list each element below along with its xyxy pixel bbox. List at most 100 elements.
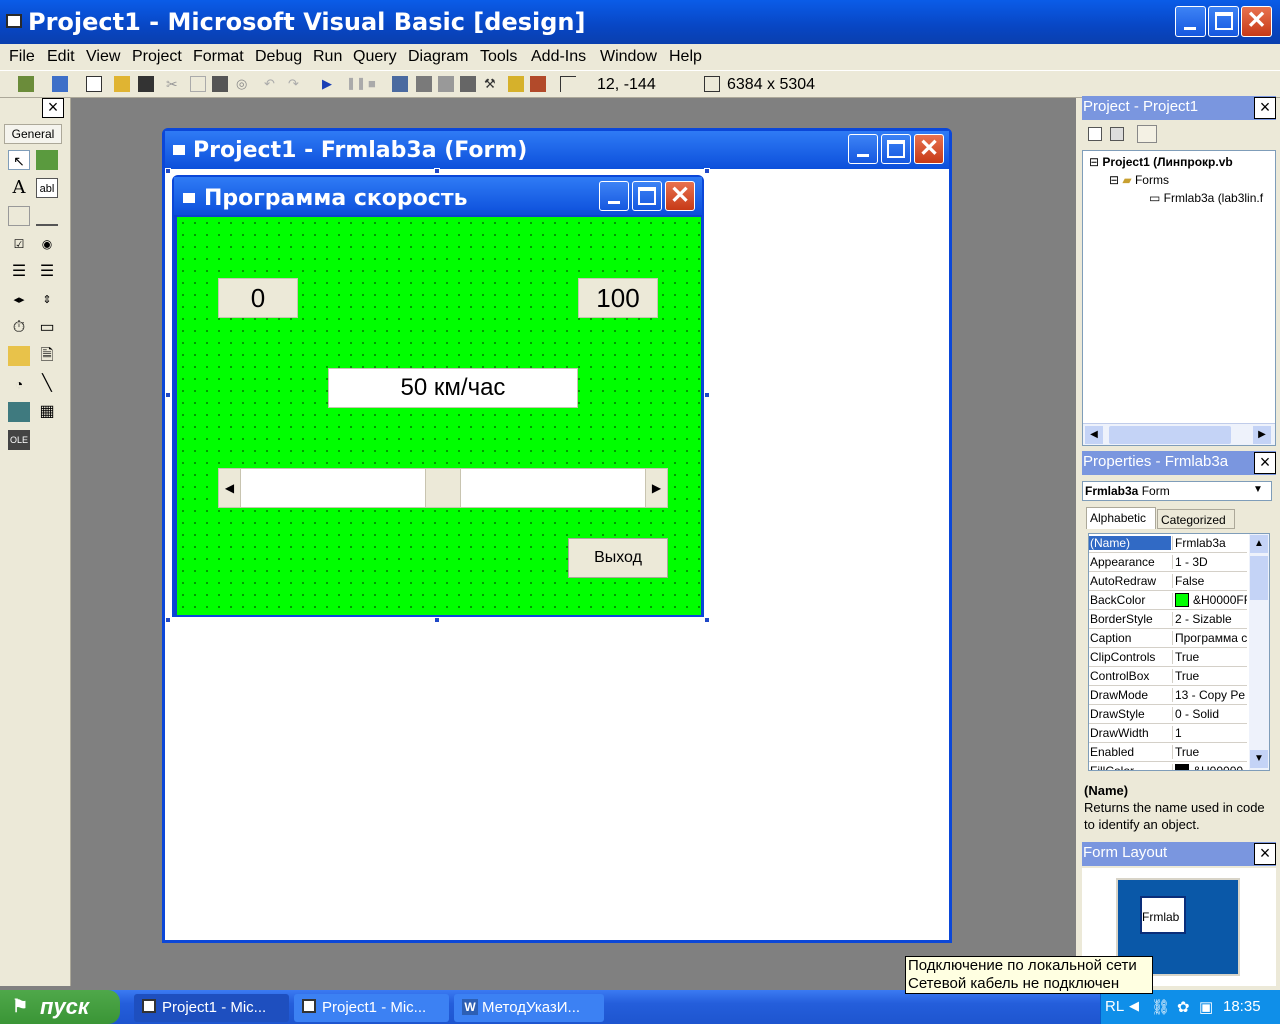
label-speed[interactable]: 50 км/час [328,368,578,408]
property-value[interactable]: &H00000 [1172,764,1247,770]
label-max[interactable]: 100 [578,278,658,318]
start-button[interactable]: ⚑ пуск [0,990,120,1024]
form-designer-title-bar[interactable]: Project1 - Frmlab3a (Form) ✕ [165,131,949,169]
open-icon[interactable] [114,76,130,92]
dirlistbox-tool-icon[interactable] [8,346,30,366]
break-icon[interactable]: ❚❚ [346,76,366,92]
form-minimize-button[interactable] [848,134,878,164]
designed-form[interactable]: Программа скорость ✕ 0 100 50 км/час ◀ ▶… [172,175,704,617]
copy-icon[interactable] [190,76,206,92]
collapse-icon[interactable]: ⊟ [1109,173,1122,187]
designed-minimize-button[interactable] [599,181,629,211]
property-row[interactable]: BackColor &H0000FF [1089,591,1247,610]
property-row[interactable]: (Name) Frmlab3a [1089,534,1247,553]
menu-query[interactable]: Query [353,48,397,66]
textbox-tool-icon[interactable]: abl [36,178,58,198]
form-position-thumb[interactable]: Frmlab [1140,896,1186,934]
ole-tool-icon[interactable]: OLE [8,430,30,450]
menu-run[interactable]: Run [313,48,342,66]
form-close-button[interactable]: ✕ [914,134,944,164]
property-value[interactable]: 13 - Copy Pe [1172,688,1247,702]
menu-edit[interactable]: Edit [47,48,75,66]
data-tool-icon[interactable]: ▦ [36,402,58,422]
tab-categorized[interactable]: Categorized [1157,509,1235,529]
property-value[interactable]: &H0000FF [1172,593,1247,607]
property-row[interactable]: Caption Программа с [1089,629,1247,648]
scroll-right-arrow-icon[interactable]: ▶ [1253,426,1271,444]
menu-view[interactable]: View [86,48,120,66]
scroll-down-arrow-icon[interactable]: ▼ [1250,750,1268,768]
toolbox-close-button[interactable]: × [42,98,64,118]
sizing-handle[interactable] [434,617,440,623]
sizing-handle[interactable] [704,168,710,174]
app-title-bar[interactable]: Project1 - Microsoft Visual Basic [desig… [0,0,1280,44]
menu-debug[interactable]: Debug [255,48,302,66]
view-object-icon[interactable] [1110,127,1124,141]
designed-close-button[interactable]: ✕ [665,181,695,211]
cut-icon[interactable]: ✂ [166,76,182,92]
property-row[interactable]: AutoRedraw False [1089,572,1247,591]
properties-scroll-thumb[interactable] [1250,556,1268,600]
sizing-handle[interactable] [704,617,710,623]
property-value[interactable]: True [1172,669,1247,683]
toggle-folders-icon[interactable] [1137,125,1157,143]
project-explorer-icon[interactable] [392,76,408,92]
shape-tool-icon[interactable]: ◔ [8,374,30,394]
save-icon[interactable] [138,76,154,92]
project-pane-title[interactable]: Project - Project1 [1082,96,1276,120]
line-tool-icon[interactable]: ╲ [36,374,58,394]
scroll-left-arrow-icon[interactable]: ◀ [1085,426,1103,444]
property-value[interactable]: Frmlab3a [1172,536,1247,550]
property-value[interactable]: 0 - Solid [1172,707,1247,721]
scroll-up-arrow-icon[interactable]: ▲ [1250,535,1268,553]
minimize-button[interactable] [1175,6,1206,37]
property-row[interactable]: Appearance 1 - 3D [1089,553,1247,572]
property-row[interactable]: ClipControls True [1089,648,1247,667]
add-form-icon[interactable] [52,76,68,92]
pointer-tool-icon[interactable]: ↖ [8,150,30,170]
tray-monitor-icon[interactable]: ▣ [1199,998,1213,1016]
toolbox-tab-general[interactable]: General [4,124,62,144]
sizing-handle[interactable] [434,168,440,174]
tab-alphabetic[interactable]: Alphabetic [1086,507,1156,529]
data-view-icon[interactable] [508,76,524,92]
properties-pane-close[interactable]: × [1254,452,1276,474]
toolbox-icon[interactable]: ⚒ [484,76,500,92]
drivelistbox-tool-icon[interactable]: ▭ [36,318,58,338]
task-button-1[interactable]: Project1 - Mic... [134,994,289,1022]
menu-project[interactable]: Project [132,48,182,66]
property-row[interactable]: ControlBox True [1089,667,1247,686]
network-icon[interactable]: ⛓ [1151,998,1170,1016]
paste-icon[interactable] [212,76,228,92]
form-canvas[interactable]: 0 100 50 км/час ◀ ▶ Выход [177,217,701,615]
form-layout-icon[interactable] [438,76,454,92]
designed-maximize-button[interactable] [632,181,662,211]
component-manager-icon[interactable] [530,76,546,92]
designed-form-title-bar[interactable]: Программа скорость ✕ [174,177,702,215]
sizing-handle[interactable] [165,392,171,398]
property-value[interactable]: 2 - Sizable [1172,612,1247,626]
form-layout-title[interactable]: Form Layout [1082,842,1276,866]
properties-vscrollbar[interactable]: ▲ ▼ [1249,534,1269,770]
property-value[interactable]: Программа с [1172,631,1247,645]
clock[interactable]: 18:35 [1223,998,1261,1015]
speed-hscrollbar[interactable]: ◀ ▶ [218,468,668,508]
menu-file[interactable]: File [9,48,35,66]
menu-diagram[interactable]: Diagram [408,48,468,66]
chevron-down-icon[interactable]: ▼ [1253,484,1263,495]
close-button[interactable]: ✕ [1241,6,1272,37]
property-row[interactable]: DrawMode 13 - Copy Pe [1089,686,1247,705]
property-value[interactable]: 1 [1172,726,1247,740]
start-icon[interactable]: ▶ [322,76,338,92]
label-min[interactable]: 0 [218,278,298,318]
property-value[interactable]: True [1172,745,1247,759]
object-selector[interactable]: Frmlab3a Form ▼ [1082,481,1272,501]
label-tool-icon[interactable]: A [8,178,30,198]
property-row[interactable]: Enabled True [1089,743,1247,762]
property-row[interactable]: DrawStyle 0 - Solid [1089,705,1247,724]
tray-app-icon[interactable]: ✿ [1177,998,1190,1016]
maximize-button[interactable] [1208,6,1239,37]
property-value[interactable]: True [1172,650,1247,664]
properties-window-icon[interactable] [416,76,432,92]
view-code-icon[interactable] [1088,127,1102,141]
